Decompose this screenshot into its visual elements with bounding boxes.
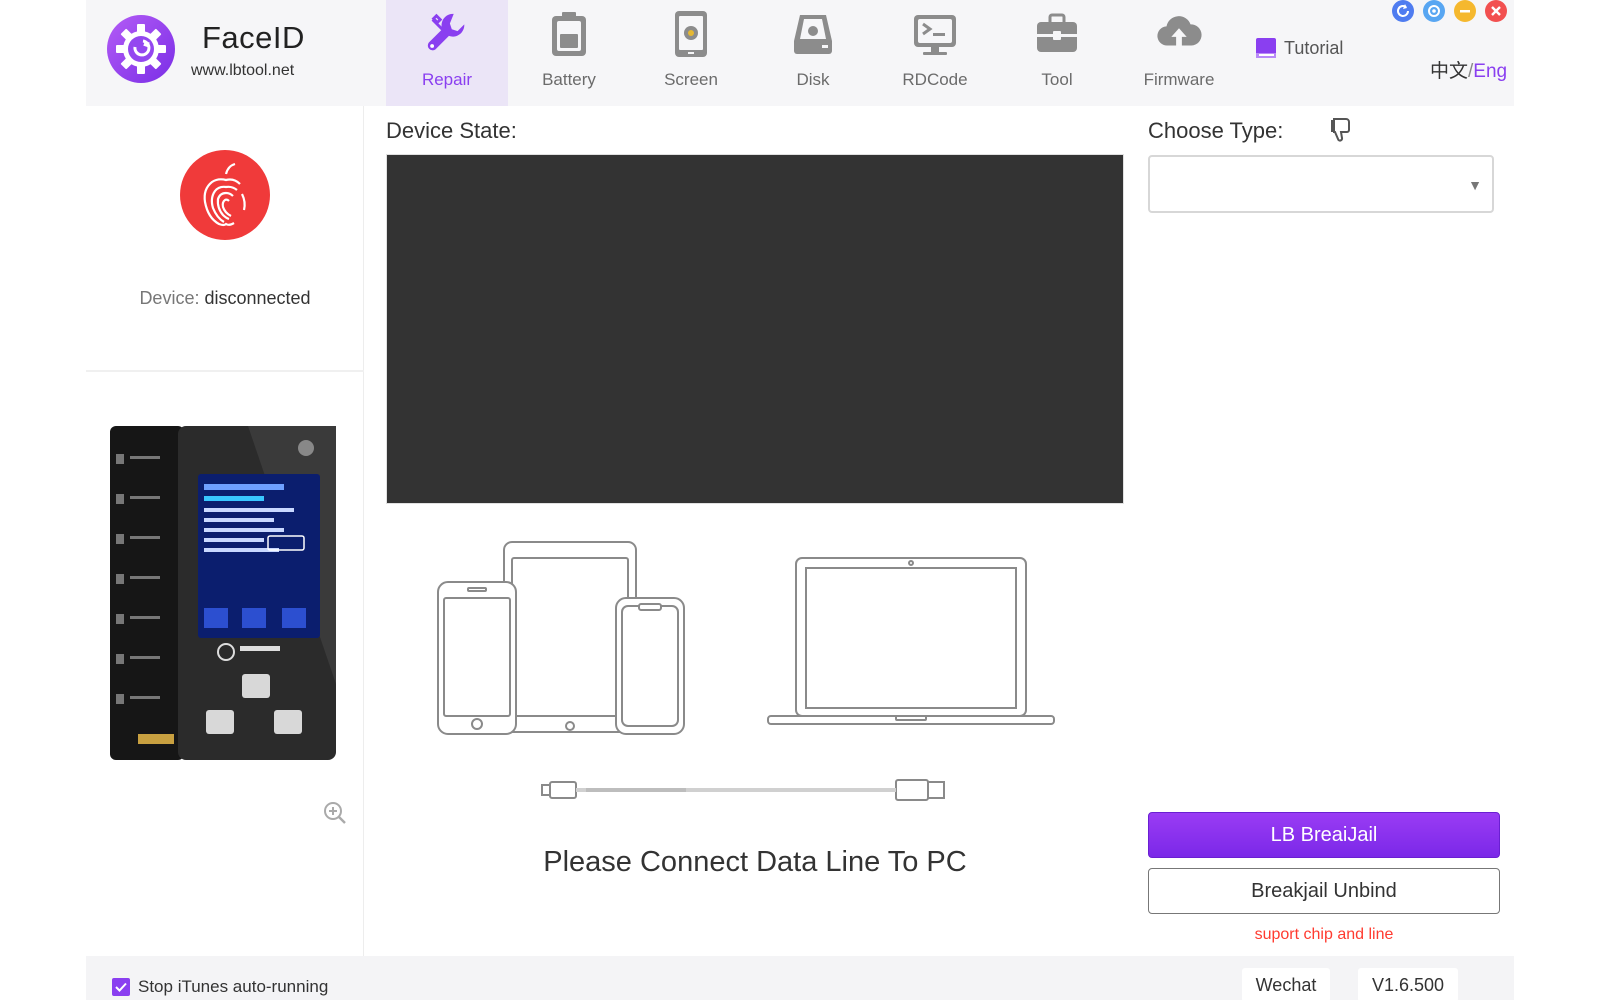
refresh-icon[interactable] (1392, 0, 1414, 22)
tab-tool-label: Tool (1041, 70, 1073, 89)
footer-bar: Stop iTunes auto-running Wechat V1.6.500 (86, 956, 1514, 1002)
fingerprint-apple-icon (180, 150, 270, 240)
close-icon[interactable] (1485, 0, 1507, 22)
tab-firmware-label: Firmware (1143, 70, 1215, 89)
disk-icon (789, 10, 837, 58)
device-status-label: Device: (139, 288, 205, 308)
tab-rdcode[interactable]: RDCode (874, 0, 996, 106)
left-divider (86, 370, 364, 372)
lang-chinese[interactable]: 中文 (1430, 61, 1468, 82)
device-state-console (386, 154, 1124, 504)
zoom-in-icon[interactable] (322, 800, 348, 826)
app-title: FaceID (202, 20, 305, 55)
lb-breaijail-button[interactable]: LB BreaiJail (1148, 812, 1500, 858)
tab-repair-label: Repair (421, 70, 473, 89)
language-switch[interactable]: 中文/Eng (1430, 56, 1507, 83)
cloud-upload-icon (1155, 10, 1203, 58)
lang-english[interactable]: Eng (1473, 61, 1507, 82)
stop-itunes-label[interactable]: Stop iTunes auto-running (138, 977, 328, 997)
chevron-down-icon: ▼ (1468, 177, 1482, 193)
version-label: V1.6.500 (1358, 968, 1458, 1002)
wrench-icon (423, 10, 471, 58)
device-status-value: disconnected (204, 288, 311, 308)
thumb-down-icon[interactable] (1328, 116, 1354, 144)
gear-logo-icon (107, 15, 175, 83)
screen-icon (667, 10, 715, 58)
tab-disk[interactable]: Disk (752, 0, 874, 106)
options-panel: Choose Type: ▼ LB BreaiJail Breakjail Un… (1148, 106, 1500, 956)
tab-screen[interactable]: Screen (630, 0, 752, 106)
settings-gear-icon[interactable] (1423, 0, 1445, 22)
support-note: suport chip and line (1254, 926, 1394, 943)
breakjail-unbind-button[interactable]: Breakjail Unbind (1148, 868, 1500, 914)
tab-tool[interactable]: Tool (996, 0, 1118, 106)
tutorial-link[interactable]: Tutorial (1254, 36, 1343, 60)
device-status: Device: disconnected (86, 288, 364, 309)
stop-itunes-checkbox[interactable] (112, 978, 130, 996)
battery-icon (545, 10, 593, 58)
tab-screen-label: Screen (664, 70, 718, 89)
tab-repair[interactable]: Repair (386, 0, 508, 106)
tab-rdcode-label: RDCode (902, 70, 968, 89)
devices-connection-illustration (437, 541, 1055, 801)
choose-type-label: Choose Type: (1148, 118, 1284, 143)
toolbox-icon (1033, 10, 1081, 58)
connect-message: Please Connect Data Line To PC (543, 846, 967, 878)
main-panel: Device State: Please Connect Data Line T… (386, 106, 1126, 956)
type-select[interactable]: ▼ (1148, 155, 1494, 213)
main-nav: Repair Battery Screen Disk RDCode Tool F… (386, 0, 1240, 106)
tab-disk-label: Disk (796, 70, 830, 89)
terminal-icon (911, 10, 959, 58)
book-icon (1256, 38, 1276, 58)
programmer-device-image (110, 426, 336, 760)
app-window: FaceID www.lbtool.net Repair Battery Scr… (86, 0, 1514, 1002)
wechat-button[interactable]: Wechat (1242, 968, 1330, 1002)
device-state-label: Device State: (386, 118, 517, 143)
checkmark-icon (115, 982, 127, 992)
tab-battery[interactable]: Battery (508, 0, 630, 106)
minimize-icon[interactable] (1454, 0, 1476, 22)
tab-battery-label: Battery (542, 70, 596, 89)
device-panel: Device: disconnected (86, 106, 364, 956)
tab-firmware[interactable]: Firmware (1118, 0, 1240, 106)
header-bar: FaceID www.lbtool.net Repair Battery Scr… (86, 0, 1514, 106)
window-controls (1392, 0, 1507, 22)
tutorial-label: Tutorial (1284, 37, 1344, 58)
app-url: www.lbtool.net (191, 62, 295, 79)
